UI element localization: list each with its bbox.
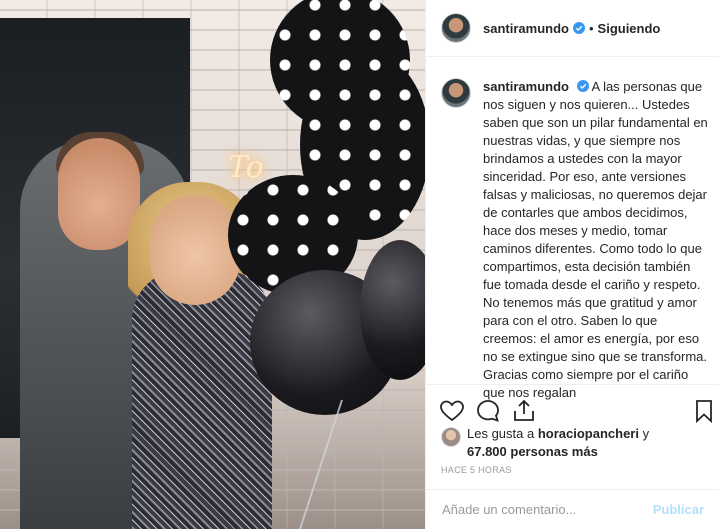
woman-face [150, 195, 240, 305]
caption-body: santiramundo A las personas que nos sigu… [483, 78, 711, 402]
post-photo[interactable]: To [0, 0, 425, 529]
liker-username[interactable]: horaciopancheri [538, 426, 639, 441]
verified-badge-icon [576, 80, 589, 92]
caption-text: A las personas que nos siguen y nos quie… [483, 79, 708, 400]
post-header: santiramundo • Siguiendo [426, 0, 719, 57]
likes-summary: Les gusta a horaciopancheri y 67.800 per… [441, 425, 711, 461]
verified-badge-icon [572, 22, 585, 34]
likes-text: Les gusta a horaciopancheri y 67.800 per… [467, 425, 649, 461]
following-button[interactable]: Siguiendo [598, 21, 661, 36]
caption-avatar[interactable] [441, 78, 471, 108]
heart-icon[interactable] [438, 397, 466, 425]
comment-icon[interactable] [474, 397, 502, 425]
instagram-post: To santiramundo • Siguiendo santiramundo… [0, 0, 719, 529]
neon-sign: To [228, 150, 264, 185]
share-icon[interactable] [510, 397, 538, 425]
likes-count[interactable]: 67.800 personas más [467, 444, 598, 459]
author-avatar[interactable] [441, 13, 471, 43]
post-timestamp[interactable]: HACE 5 HORAS [441, 465, 512, 475]
post-caption: santiramundo A las personas que nos sigu… [441, 70, 713, 402]
header-separator: • [588, 20, 594, 36]
liker-avatar[interactable] [441, 427, 461, 447]
likes-joiner: y [638, 426, 650, 441]
publish-button[interactable]: Publicar [653, 502, 704, 517]
woman-figure [132, 270, 272, 529]
caption-username[interactable]: santiramundo [483, 79, 569, 94]
post-sidebar: santiramundo • Siguiendo santiramundo A … [425, 0, 719, 529]
author-username[interactable]: santiramundo [483, 21, 569, 36]
bookmark-icon[interactable] [690, 397, 718, 425]
comment-bar: Publicar [426, 489, 719, 529]
comment-input[interactable] [442, 502, 653, 517]
likes-prefix: Les gusta a [467, 426, 538, 441]
